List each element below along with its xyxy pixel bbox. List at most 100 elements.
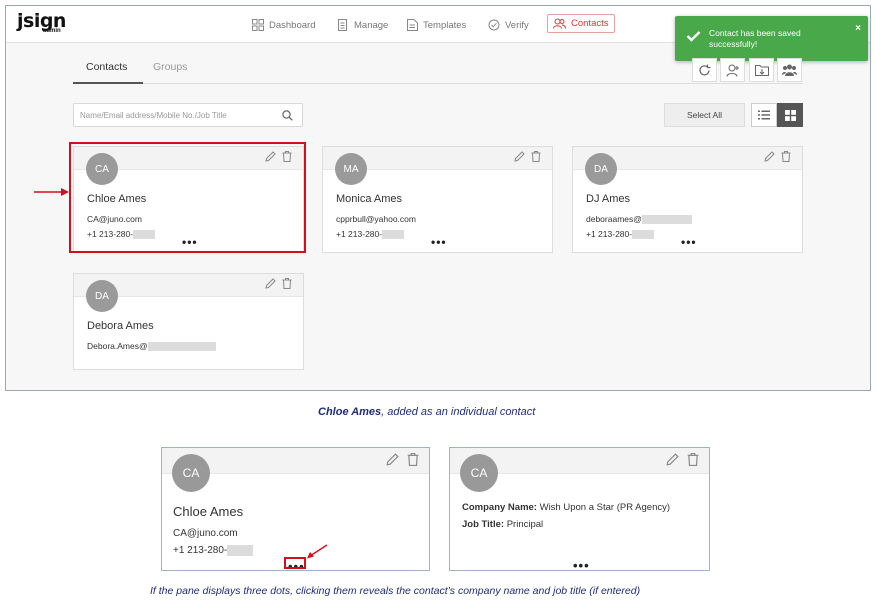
select-all-button[interactable]: Select All	[664, 103, 745, 127]
search-icon[interactable]	[282, 110, 293, 121]
add-contact-button[interactable]	[720, 58, 745, 82]
contact-email: CA@juno.com	[173, 528, 238, 539]
highlight-box	[69, 142, 306, 253]
card-tools	[514, 151, 541, 162]
nav-manage-label: Manage	[354, 19, 389, 31]
avatar: DA	[585, 153, 617, 185]
groups-button[interactable]	[777, 58, 802, 82]
contact-email: Debora.Ames@	[87, 341, 216, 351]
job-title-row: Job Title: Principal	[462, 519, 543, 530]
nav-manage[interactable]: Manage	[338, 16, 388, 34]
trash-icon[interactable]	[282, 278, 292, 289]
contact-name: Monica Ames	[336, 193, 403, 205]
company-row: Company Name: Wish Upon a Star (PR Agenc…	[462, 502, 670, 513]
add-contact-icon	[726, 64, 739, 77]
close-icon[interactable]: ×	[855, 23, 861, 34]
tab-contacts[interactable]: Contacts	[86, 61, 127, 73]
nav-contacts-label: Contacts	[571, 18, 609, 29]
trash-icon[interactable]	[531, 151, 541, 162]
tab-active-indicator	[73, 82, 143, 84]
company-label: Company Name:	[462, 502, 537, 513]
contact-email: deboraames@	[586, 214, 692, 224]
trash-icon[interactable]	[781, 151, 791, 162]
templates-icon	[407, 19, 418, 31]
redacted-text	[227, 545, 254, 556]
contact-card-front[interactable]: CA Chloe Ames CA@juno.com +1 213-280- ••…	[161, 447, 430, 573]
more-details-button[interactable]: •••	[681, 236, 697, 248]
grid-view-button[interactable]	[777, 103, 803, 127]
manage-icon	[338, 19, 347, 31]
edit-icon[interactable]	[666, 453, 679, 466]
nav-dashboard[interactable]: Dashboard	[252, 16, 315, 34]
more-details-button[interactable]: •••	[573, 559, 590, 572]
contact-phone: +1 213-280-	[586, 229, 655, 239]
contact-email: cpprbull@yahoo.com	[336, 214, 416, 224]
company-value: Wish Upon a Star (PR Agency)	[539, 502, 671, 513]
edit-icon[interactable]	[514, 151, 525, 162]
card-tools	[265, 278, 292, 289]
caption-name: Chloe Ames	[318, 406, 382, 418]
avatar: MA	[335, 153, 367, 185]
avatar: CA	[460, 454, 498, 492]
dashboard-icon	[252, 19, 264, 31]
dots-highlight-box	[284, 557, 306, 569]
grid-view-icon	[784, 109, 796, 121]
contacts-icon	[553, 18, 566, 29]
contact-card[interactable]: MA Monica Ames cpprbull@yahoo.com +1 213…	[322, 146, 553, 253]
app-logo-sub: admin	[43, 28, 61, 34]
caption-individual-contact: Chloe Ames, added as an individual conta…	[318, 406, 535, 418]
refresh-button[interactable]	[692, 58, 717, 82]
edit-icon[interactable]	[386, 453, 399, 466]
contact-phone: +1 213-280-	[173, 545, 254, 556]
redacted-text	[632, 229, 655, 239]
group-icon	[782, 64, 797, 76]
redacted-text	[382, 229, 405, 239]
contact-card[interactable]: DA Debora Ames Debora.Ames@	[73, 273, 304, 370]
refresh-icon	[699, 64, 711, 75]
red-arrow-icon	[34, 188, 69, 196]
contact-phone: +1 213-280-	[336, 229, 405, 239]
list-view-icon	[758, 110, 770, 120]
verify-icon	[488, 19, 500, 31]
checkmark-icon	[686, 31, 701, 42]
card-tools	[764, 151, 791, 162]
contact-email-text: cpprbull@yahoo.com	[336, 214, 416, 224]
edit-icon[interactable]	[764, 151, 775, 162]
card-tools	[666, 453, 699, 466]
avatar: CA	[172, 454, 210, 492]
search-input[interactable]	[80, 104, 270, 126]
toast-message: Contact has been saved successfully!	[709, 28, 801, 49]
app-screenshot-frame: jsign admin Dashboard Manage Templates V…	[5, 5, 871, 391]
more-details-button[interactable]: •••	[431, 236, 447, 248]
redacted-text	[641, 214, 692, 224]
tab-groups[interactable]: Groups	[153, 61, 187, 73]
nav-verify[interactable]: Verify	[488, 16, 529, 34]
contact-card[interactable]: DA DJ Ames deboraames@ +1 213-280- •••	[572, 146, 803, 253]
contact-name: Debora Ames	[87, 320, 154, 332]
contact-email-text: deboraames@	[586, 214, 642, 224]
success-toast: Contact has been saved successfully! ×	[675, 16, 868, 61]
contact-name: Chloe Ames	[173, 504, 244, 519]
trash-icon[interactable]	[687, 453, 699, 466]
caption-three-dots: If the pane displays three dots, clickin…	[150, 585, 641, 597]
caption-rest: , added as an individual contact	[381, 406, 536, 418]
search-box	[73, 103, 303, 127]
contact-phone-text: +1 213-280-	[173, 545, 228, 556]
contact-phone-text: +1 213-280-	[336, 229, 383, 239]
redacted-text	[147, 341, 216, 351]
card-tools	[386, 453, 419, 466]
import-button[interactable]	[749, 58, 774, 82]
nav-contacts[interactable]: Contacts	[547, 14, 615, 33]
contact-card-back[interactable]: CA Company Name: Wish Upon a Star (PR Ag…	[449, 447, 710, 572]
contact-name: DJ Ames	[586, 193, 631, 205]
nav-verify-label: Verify	[505, 19, 529, 31]
nav-dashboard-label: Dashboard	[269, 19, 316, 31]
edit-icon[interactable]	[265, 278, 276, 289]
list-view-button[interactable]	[751, 103, 777, 127]
tab-divider	[73, 83, 803, 84]
contact-phone-text: +1 213-280-	[586, 229, 633, 239]
trash-icon[interactable]	[407, 453, 419, 466]
nav-templates[interactable]: Templates	[407, 16, 466, 34]
import-folder-icon	[754, 65, 769, 76]
job-title-value: Principal	[506, 519, 544, 530]
